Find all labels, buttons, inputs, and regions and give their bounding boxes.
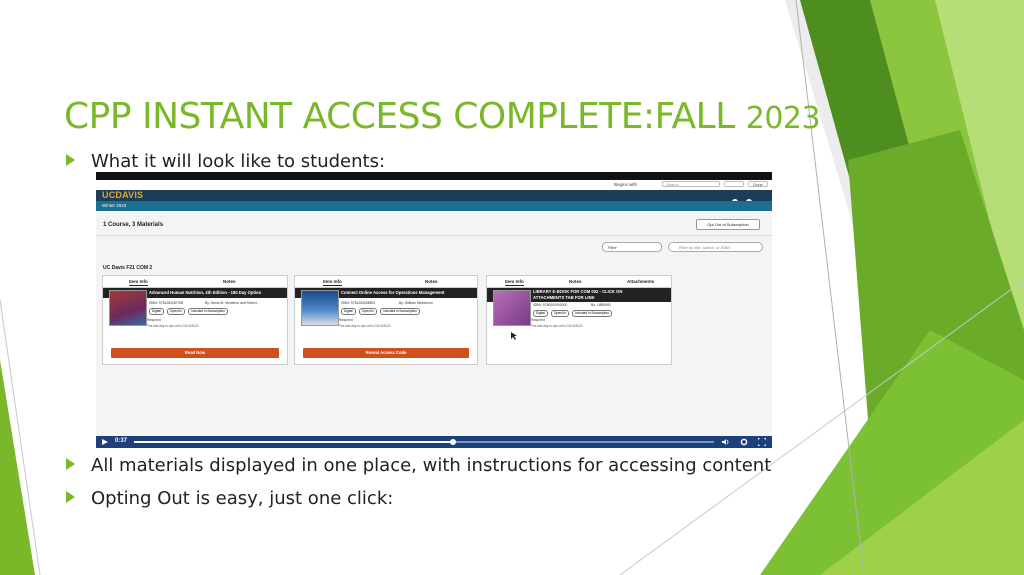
reveal-access-code-button[interactable]: Reveal Access Code: [303, 348, 469, 358]
site-logo[interactable]: UCDAVIS: [102, 190, 143, 201]
card-author: By: LIBRARY: [591, 303, 612, 307]
card-chips: Digital Opted In Included in Subscription: [533, 310, 615, 317]
find-mode-label[interactable]: Begins with: [614, 182, 637, 187]
bullet-arrow-icon: [66, 154, 75, 166]
embedded-screenshot: Begins with Search Done UCDAVIS Winter 2…: [96, 172, 772, 448]
read-now-button[interactable]: Read Now: [111, 348, 279, 358]
settings-gear-icon[interactable]: [740, 438, 748, 446]
bullet-1: What it will look like to students:: [66, 151, 385, 172]
card-deadline: The last day to opt out is 01/10/2023: [531, 324, 583, 328]
slide-title-year: 2023: [745, 101, 821, 136]
tab-item-info[interactable]: Item Info: [129, 279, 148, 286]
book-cover-image: [493, 290, 531, 326]
play-icon[interactable]: [102, 439, 108, 445]
fullscreen-icon[interactable]: [758, 438, 766, 446]
chip-opted-in: Opted In: [550, 310, 570, 317]
card-author: By: Denis M. Medeiros and Robert...: [205, 301, 260, 305]
material-card-3: Item Info Notes Attachments LIBRARY E-BO…: [486, 275, 672, 365]
bullet-3-text: Opting Out is easy, just one click:: [91, 488, 394, 509]
tab-notes[interactable]: Notes: [425, 279, 438, 284]
card-tabs: Item Info Notes: [103, 276, 287, 288]
card-required: Required: [339, 318, 353, 322]
card-isbn: ISBN: 9780000000000: [533, 303, 568, 307]
tab-item-info[interactable]: Item Info: [505, 279, 524, 286]
bullet-2: All materials displayed in one place, wi…: [66, 455, 771, 476]
card-deadline: The last day to opt out is 01/10/2023: [339, 324, 391, 328]
tab-notes[interactable]: Notes: [569, 279, 582, 284]
find-nav-arrows[interactable]: [724, 181, 744, 187]
tab-item-info[interactable]: Item Info: [323, 279, 342, 286]
chip-included: Included in Subscription: [572, 310, 612, 317]
video-progress-fill: [134, 441, 453, 443]
tab-attachments[interactable]: Attachments: [627, 279, 654, 284]
divider: [96, 235, 772, 236]
chip-opted-in: Opted In: [166, 308, 186, 315]
book-cover-image: [109, 290, 147, 326]
slide-title: CPP INSTANT ACCESS COMPLETE:FALL 2023: [64, 96, 821, 137]
chip-digital: Digital: [533, 310, 548, 317]
mouse-cursor-icon: [511, 332, 517, 340]
filter-search-input[interactable]: Filter by title, author, or ISBN: [668, 242, 763, 252]
bullet-1-text: What it will look like to students:: [91, 151, 386, 172]
chip-digital: Digital: [149, 308, 164, 315]
filter-dropdown[interactable]: Filter: [602, 242, 662, 252]
chip-digital: Digital: [341, 308, 356, 315]
card-required: Required: [147, 318, 161, 322]
site-header: UCDAVIS: [96, 190, 772, 205]
slide-title-text: CPP INSTANT ACCESS COMPLETE:FALL: [64, 96, 735, 137]
card-deadline: The last day to opt out is 01/10/2023: [147, 324, 199, 328]
material-card-2: Item Info Notes Connect Online Access fo…: [294, 275, 478, 365]
bullet-2-text: All materials displayed in one place, wi…: [91, 455, 772, 476]
material-card-1: Item Info Notes Advanced Human Nutrition…: [102, 275, 288, 365]
find-done-button[interactable]: Done: [748, 181, 768, 187]
chip-included: Included in Subscription: [188, 308, 228, 315]
find-bar: Begins with Search Done: [96, 180, 772, 190]
card-chips: Digital Opted In Included in Subscription: [149, 308, 231, 315]
chip-opted-in: Opted In: [358, 308, 378, 315]
video-time: 0:37: [115, 438, 128, 444]
header-icons: [732, 192, 762, 205]
video-control-bar: 0:37: [96, 436, 772, 448]
course-name: UC Davis F21 COM 2: [103, 265, 153, 271]
materials-summary: 1 Course, 3 Materials: [103, 222, 164, 228]
card-tabs: Item Info Notes Attachments: [487, 276, 671, 288]
bullet-3: Opting Out is easy, just one click:: [66, 488, 393, 509]
book-cover-image: [301, 290, 339, 326]
card-chips: Digital Opted In Included in Subscription: [341, 308, 423, 315]
card-author: By: William Stevenson: [399, 301, 433, 305]
browser-top-bar: [96, 172, 772, 180]
volume-icon[interactable]: [722, 438, 730, 446]
opt-out-button[interactable]: Opt Out of Subscription: [696, 219, 760, 230]
card-isbn: ISBN: 9781284187296: [149, 301, 184, 305]
tab-notes[interactable]: Notes: [223, 279, 236, 284]
video-progress-knob[interactable]: [450, 439, 456, 445]
card-required: Required: [531, 318, 545, 322]
card-isbn: ISBN: 9781264058891: [341, 301, 376, 305]
find-input[interactable]: Search: [662, 181, 720, 187]
bullet-arrow-icon: [66, 491, 75, 503]
chip-included: Included in Subscription: [380, 308, 420, 315]
term-bar: Winter 2023: [96, 201, 772, 211]
bullet-arrow-icon: [66, 458, 75, 470]
card-tabs: Item Info Notes: [295, 276, 477, 288]
